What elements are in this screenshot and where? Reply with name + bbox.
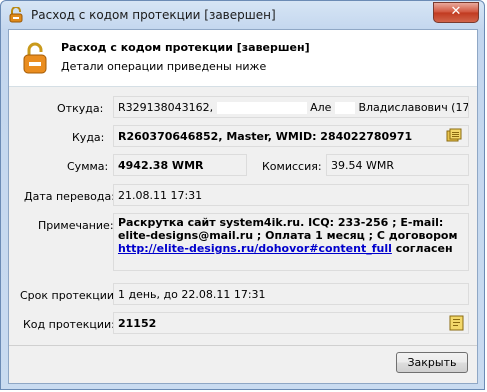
header-title: Расход с кодом протекции [завершен] (61, 41, 310, 54)
dialog-header: Расход с кодом протекции [завершен] Дета… (9, 30, 477, 87)
from-field[interactable]: R329138043162, Але Владиславович (170616… (113, 96, 469, 118)
window-title: Расход с кодом протекции [завершен] (31, 8, 276, 22)
copy-code-icon[interactable] (449, 315, 465, 331)
redacted-block (334, 102, 355, 114)
to-label: Куда: (72, 131, 105, 144)
title-bar: Расход с кодом протекции [завершен] ✕ (1, 1, 484, 29)
to-field[interactable]: R260370646852, Master, WMID: 28402278097… (113, 125, 469, 147)
redacted-block (216, 102, 307, 114)
protection-period-label: Срок протекции: (20, 289, 118, 302)
amount-field[interactable]: 4942.38 WMR (113, 154, 247, 176)
commission-label: Комиссия: (262, 160, 322, 173)
contract-link[interactable]: http://elite-designs.ru/dohovor#content_… (118, 242, 392, 255)
date-field[interactable]: 21.08.11 17:31 (113, 184, 469, 206)
note-field[interactable]: Раскрутка сайт system4ik.ru. ICQ: 233-25… (113, 213, 469, 271)
lock-open-icon (9, 7, 23, 23)
divider (9, 345, 477, 346)
header-subtitle: Детали операции приведены ниже (61, 60, 267, 73)
from-name: Але (310, 101, 332, 114)
protection-period-field[interactable]: 1 день, до 22.08.11 17:31 (113, 283, 469, 305)
from-label: Откуда: (57, 102, 104, 115)
dialog-window: Расход с кодом протекции [завершен] ✕ Ра… (0, 0, 485, 390)
lock-open-large-icon (23, 42, 47, 74)
note-text: Раскрутка сайт system4ik.ru. ICQ: 233-25… (118, 216, 458, 242)
amount-label: Сумма: (67, 160, 109, 173)
close-button[interactable]: Закрыть (396, 352, 468, 373)
dialog-body: Расход с кодом протекции [завершен] Дета… (8, 29, 478, 384)
from-account: R329138043162, (118, 101, 214, 114)
date-label: Дата перевода: (24, 190, 115, 203)
note-label: Примечание: (38, 219, 114, 232)
from-rest: Владиславович (1706165 (358, 101, 469, 114)
protection-code-field[interactable]: 21152 (113, 312, 469, 334)
copy-contact-icon[interactable] (446, 128, 462, 144)
commission-field[interactable]: 39.54 WMR (326, 154, 469, 176)
window-close-button[interactable]: ✕ (433, 2, 479, 23)
note-tail: согласен (391, 242, 453, 255)
protection-code-label: Код протекции: (23, 318, 115, 331)
